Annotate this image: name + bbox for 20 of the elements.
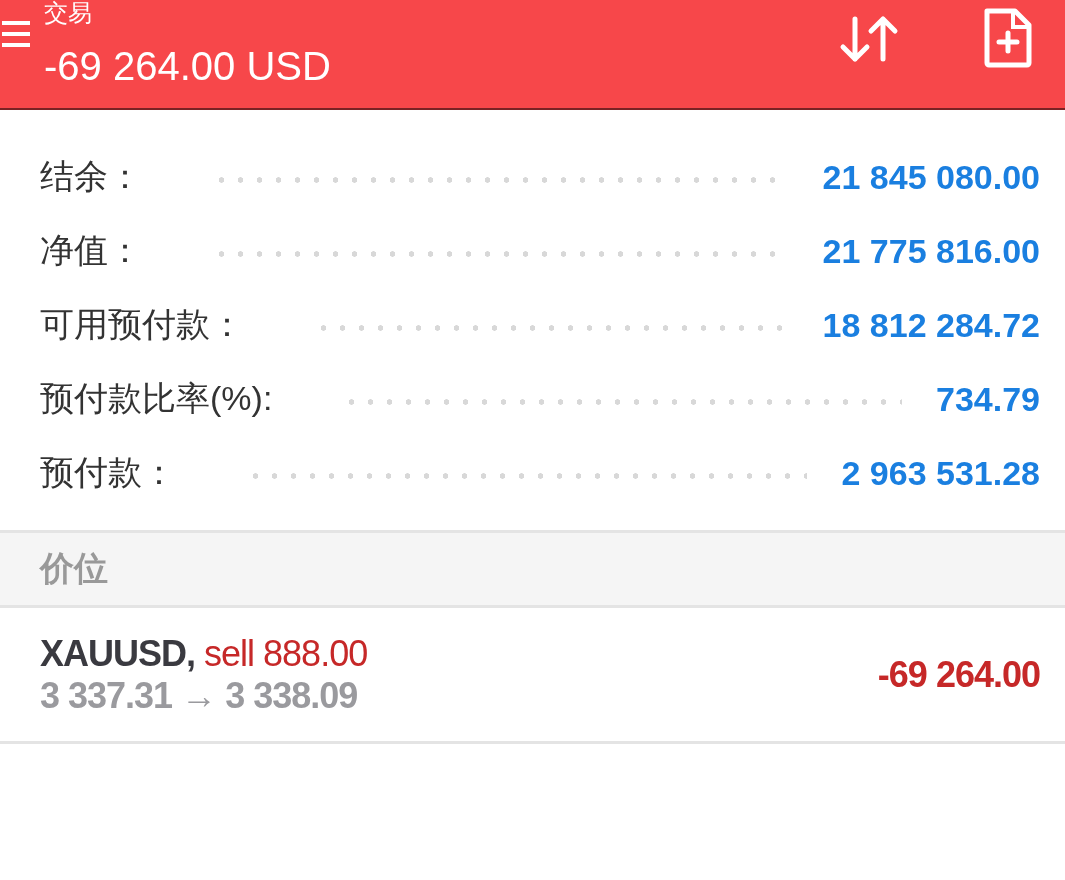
sort-icon[interactable] [839,15,899,63]
profit-total: -69 264.00 USD [44,43,331,90]
summary-label: 可用预付款： [40,304,244,345]
summary-value: 18 812 284.72 [822,305,1040,345]
position-symbol: XAUUSD, sell 888.00 [40,632,368,675]
summary-value: 21 775 816.00 [822,231,1040,271]
summary-value: 2 963 531.28 [841,453,1040,493]
position-row[interactable]: XAUUSD, sell 888.00 3 337.31 → 3 338.09 -69 264.00 [0,608,1065,744]
menu-icon[interactable] [2,21,30,47]
summary-label: 净值： [40,230,142,271]
position-profit: -69 264.00 [877,653,1040,696]
new-document-icon[interactable] [983,7,1033,69]
summary-value: 21 845 080.00 [822,157,1040,197]
section-title: 价位 [40,548,108,589]
position-prices: 3 337.31 → 3 338.09 [40,674,358,717]
summary-label: 预付款： [40,452,176,493]
summary-label: 预付款比率(%): [40,378,273,419]
screen-title: 交易 [44,0,92,26]
summary-label: 结余： [40,156,142,197]
summary-value: 734.79 [936,379,1040,419]
